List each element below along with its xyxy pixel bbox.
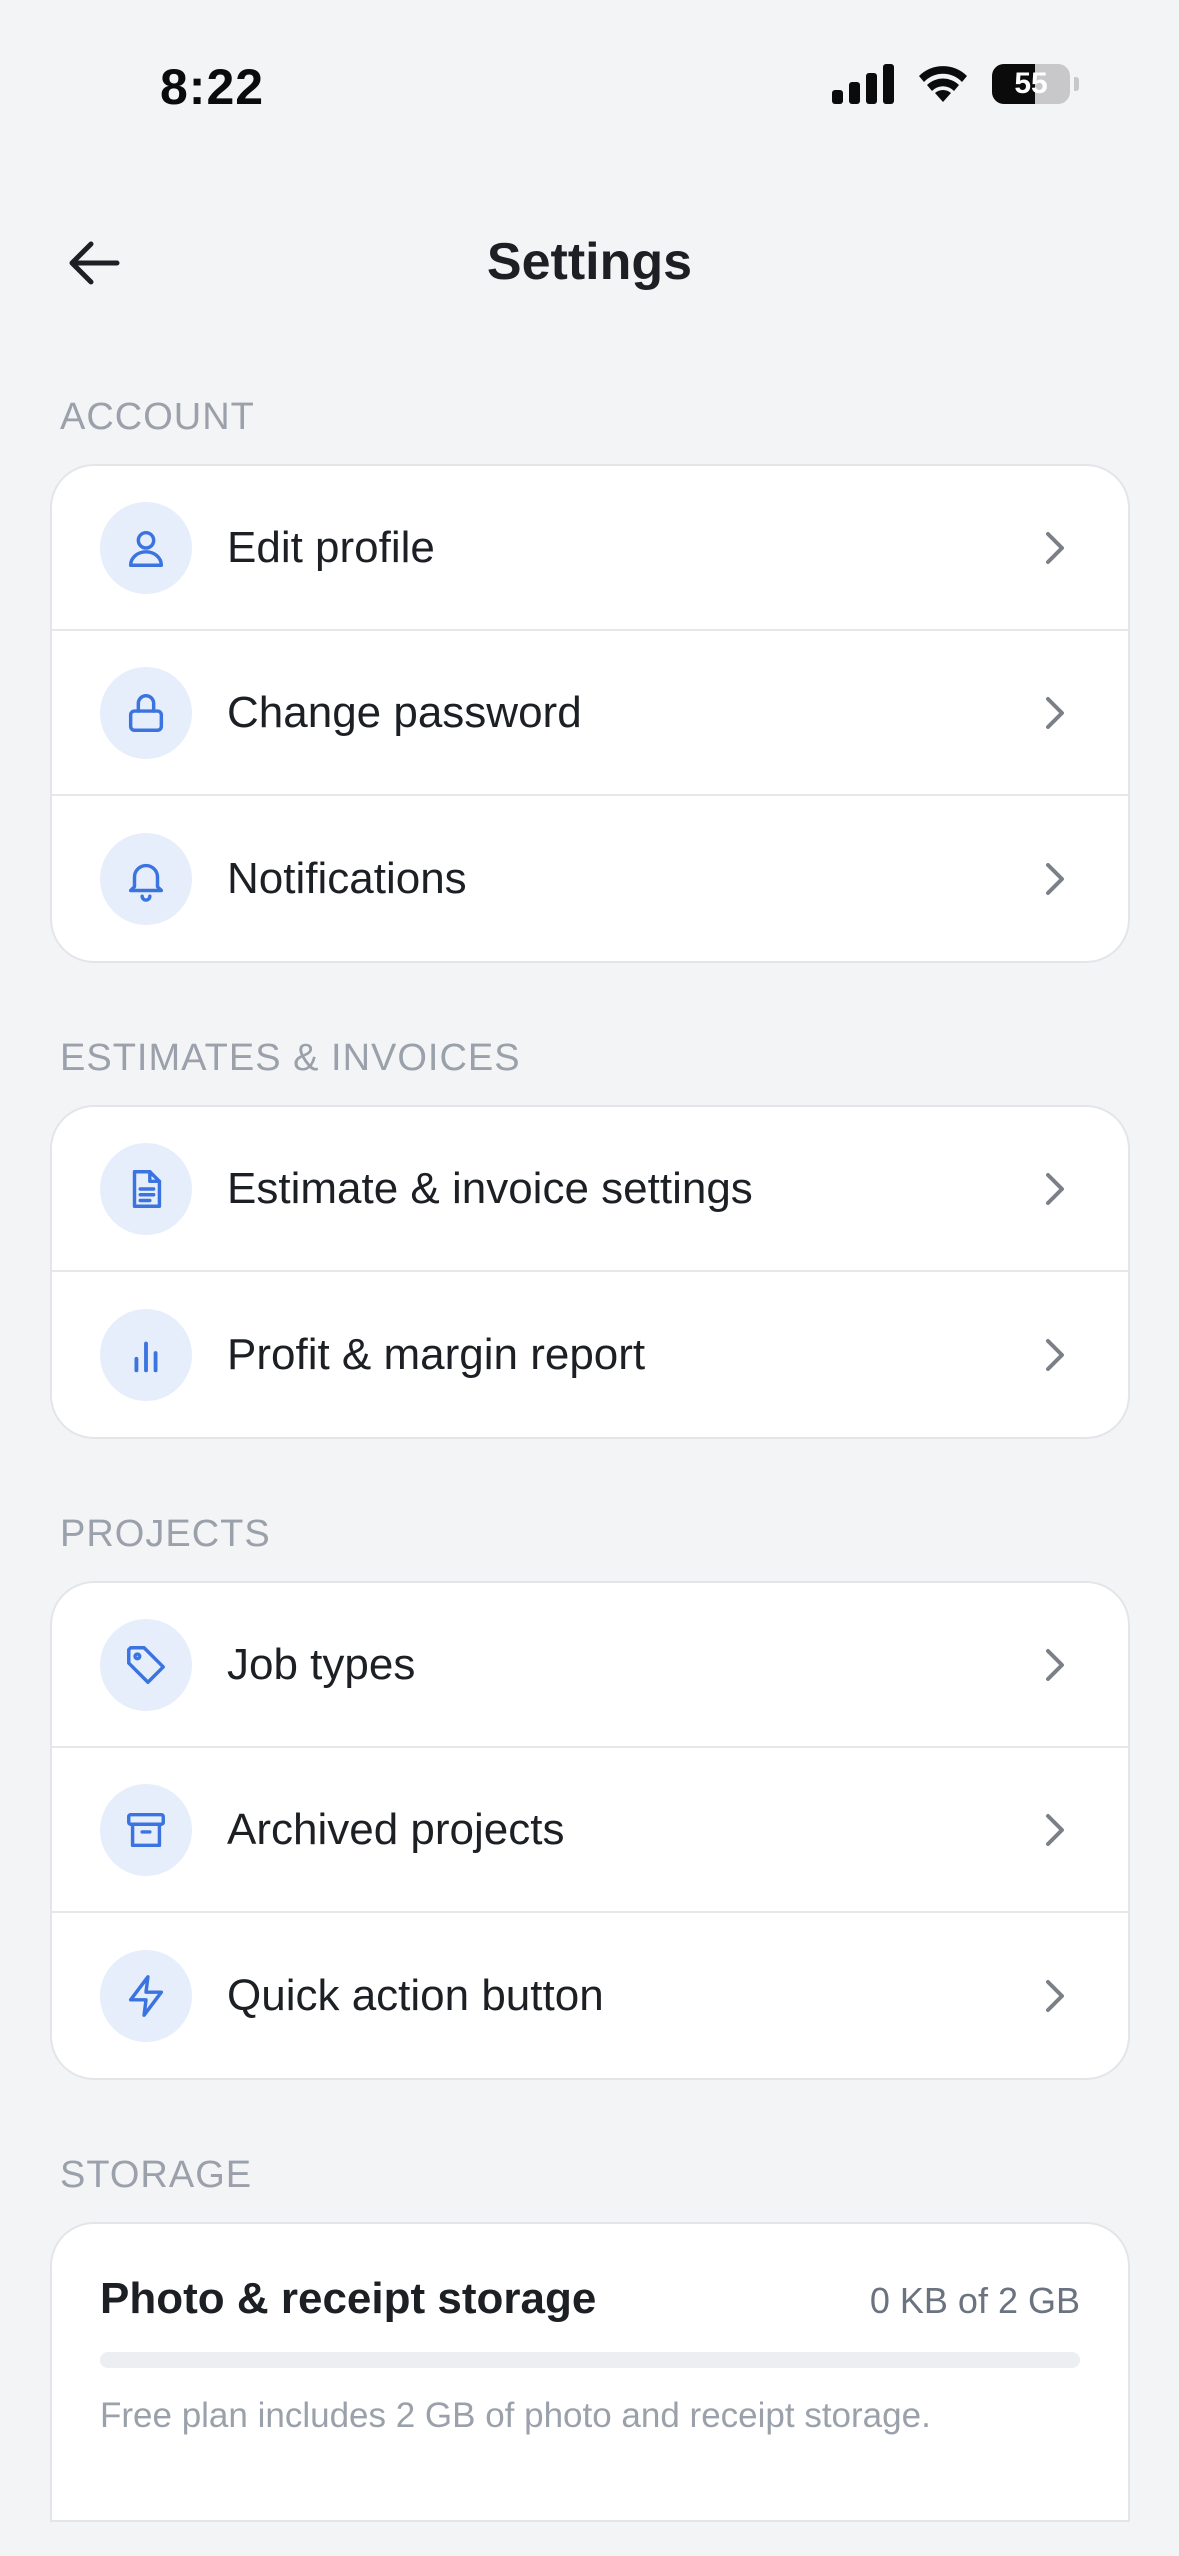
status-time: 8:22 [160, 59, 265, 115]
wifi-icon [919, 66, 967, 102]
settings-row-profit-margin-report[interactable]: Profit & margin report [52, 1272, 1128, 1437]
settings-row-change-password[interactable]: Change password [52, 631, 1128, 796]
row-label: Change password [227, 687, 582, 737]
user-icon [100, 501, 192, 594]
account-card: Edit profile Change password Notificatio… [50, 464, 1130, 963]
chevron-right-icon [1040, 528, 1070, 568]
storage-usage: 0 KB of 2 GB [869, 2280, 1080, 2321]
chevron-right-icon [1040, 1976, 1070, 2016]
bell-icon [100, 832, 192, 925]
battery-level: 55 [1014, 67, 1048, 100]
status-icons: 55 [832, 64, 1079, 104]
battery-icon: 55 [992, 64, 1070, 104]
storage-note: Free plan includes 2 GB of photo and rec… [100, 2396, 931, 2435]
battery-cap [1074, 77, 1079, 91]
document-icon [100, 1142, 192, 1235]
nav-bar: Settings [0, 210, 1179, 315]
section-label-projects: PROJECTS [60, 1513, 271, 1555]
chevron-right-icon [1040, 1645, 1070, 1685]
tag-icon [100, 1618, 192, 1711]
chevron-right-icon [1040, 1810, 1070, 1850]
lightning-icon [100, 1949, 192, 2042]
row-label: Quick action button [227, 1970, 604, 2020]
settings-row-job-types[interactable]: Job types [52, 1583, 1128, 1748]
row-label: Estimate & invoice settings [227, 1163, 753, 1213]
settings-row-notifications[interactable]: Notifications [52, 796, 1128, 961]
storage-title: Photo & receipt storage [100, 2274, 597, 2323]
section-label-storage: STORAGE [60, 2154, 253, 2196]
bar-chart-icon [100, 1308, 192, 1401]
settings-row-quick-action-button[interactable]: Quick action button [52, 1913, 1128, 2078]
projects-card: Job types Archived projects Quick action… [50, 1581, 1130, 2080]
estimates-card: Estimate & invoice settings Profit & mar… [50, 1105, 1130, 1439]
chevron-right-icon [1040, 693, 1070, 733]
row-label: Edit profile [227, 522, 435, 572]
section-label-estimates: ESTIMATES & INVOICES [60, 1037, 521, 1079]
settings-row-estimate-invoice-settings[interactable]: Estimate & invoice settings [52, 1107, 1128, 1272]
settings-row-edit-profile[interactable]: Edit profile [52, 466, 1128, 631]
status-bar: 8:22 55 [0, 0, 1179, 150]
archive-icon [100, 1783, 192, 1876]
row-label: Profit & margin report [227, 1329, 646, 1379]
storage-card: Photo & receipt storage 0 KB of 2 GB Fre… [50, 2222, 1130, 2522]
cellular-signal-icon [832, 64, 894, 104]
section-label-account: ACCOUNT [60, 396, 255, 438]
settings-row-archived-projects[interactable]: Archived projects [52, 1748, 1128, 1913]
storage-progress-bar [100, 2352, 1080, 2368]
lock-icon [100, 666, 192, 759]
row-label: Notifications [227, 853, 467, 903]
row-label: Job types [227, 1639, 416, 1689]
row-label: Archived projects [227, 1804, 565, 1854]
chevron-right-icon [1040, 1169, 1070, 1209]
chevron-right-icon [1040, 1335, 1070, 1375]
chevron-right-icon [1040, 859, 1070, 899]
page-title: Settings [486, 233, 693, 291]
